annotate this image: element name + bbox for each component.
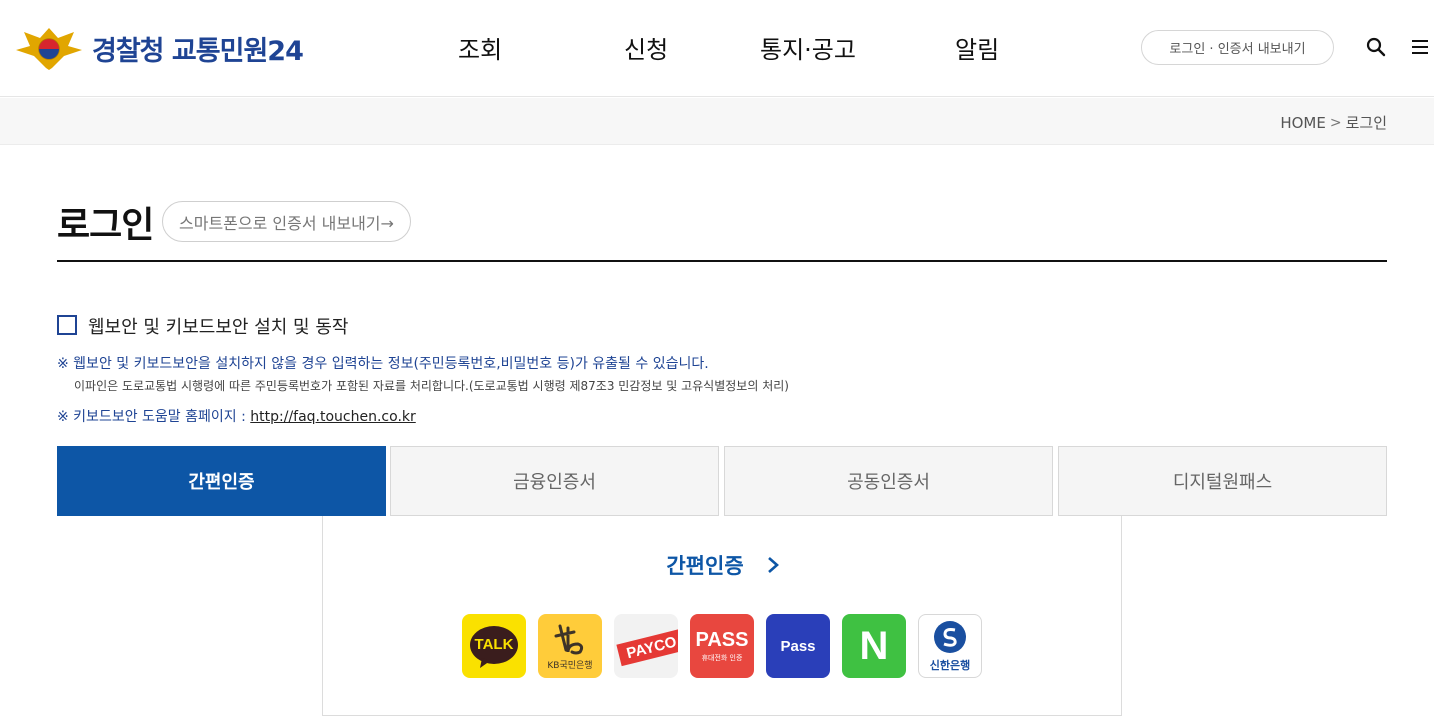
panel-title: 간편인증 bbox=[666, 554, 744, 578]
provider-kb[interactable]: KB국민은행 bbox=[538, 614, 602, 678]
login-export-button[interactable]: 로그인 · 인증서 내보내기 bbox=[1141, 30, 1334, 65]
tab-financial-cert[interactable]: 금융인증서 bbox=[390, 446, 719, 516]
provider-naver-label: N bbox=[859, 623, 889, 668]
shinhan-logo-icon bbox=[934, 620, 966, 653]
simple-auth-panel: 간편인증 TALK KB국민은행 PAYCO PASS 휴대전화 인증 Pass… bbox=[322, 516, 1122, 716]
breadcrumb-bar: HOME > 로그인 bbox=[0, 98, 1434, 145]
title-divider bbox=[57, 260, 1387, 262]
nav-item-application[interactable]: 신청 bbox=[624, 30, 668, 65]
provider-pass-sk-sublabel: 휴대전화 인증 bbox=[701, 653, 743, 662]
nav-item-notice[interactable]: 통지·공고 bbox=[760, 30, 856, 65]
site-header: 경찰청 교통민원24 조회 신청 통지·공고 알림 로그인 · 인증서 내보내기 bbox=[0, 0, 1434, 97]
chevron-right-icon bbox=[767, 557, 779, 573]
security-checkbox[interactable] bbox=[57, 315, 77, 335]
simple-auth-link[interactable]: 간편인증 bbox=[323, 550, 1123, 580]
breadcrumb-home[interactable]: HOME bbox=[1280, 114, 1326, 132]
provider-payco-label: PAYCO bbox=[624, 632, 678, 662]
menu-icon[interactable] bbox=[1410, 37, 1430, 57]
provider-list: TALK KB국민은행 PAYCO PASS 휴대전화 인증 Pass N 신한… bbox=[462, 614, 994, 678]
payco-banner: PAYCO bbox=[616, 627, 678, 667]
tab-simple-auth[interactable]: 간편인증 bbox=[57, 446, 386, 516]
provider-kakao[interactable]: TALK bbox=[462, 614, 526, 678]
provider-naver[interactable]: N bbox=[842, 614, 906, 678]
police-emblem-icon bbox=[16, 28, 82, 70]
provider-kb-label: KB국민은행 bbox=[547, 661, 593, 671]
privacy-notice: 이파인은 도로교통법 시행령에 따른 주민등록번호가 포함된 자료를 처리합니다… bbox=[74, 379, 789, 393]
provider-pass-sk[interactable]: PASS 휴대전화 인증 bbox=[690, 614, 754, 678]
provider-pass-sk-label: PASS bbox=[695, 628, 749, 651]
provider-payco[interactable]: PAYCO bbox=[614, 614, 678, 678]
provider-shinhan-label: 신한은행 bbox=[929, 658, 971, 672]
page-title: 로그인 bbox=[57, 205, 154, 246]
logo-text: 경찰청 교통민원24 bbox=[92, 35, 304, 67]
keyboard-help-link[interactable]: http://faq.touchen.co.kr bbox=[250, 409, 416, 425]
security-checkbox-label[interactable]: 웹보안 및 키보드보안 설치 및 동작 bbox=[88, 313, 348, 339]
tab-digital-onepass[interactable]: 디지털원패스 bbox=[1058, 446, 1387, 516]
export-certificate-button[interactable]: 스마트폰으로 인증서 내보내기→ bbox=[162, 201, 411, 242]
tab-joint-cert[interactable]: 공동인증서 bbox=[724, 446, 1053, 516]
provider-shinhan[interactable]: 신한은행 bbox=[918, 614, 982, 678]
nav-item-alerts[interactable]: 알림 bbox=[955, 30, 999, 65]
search-icon[interactable] bbox=[1366, 37, 1386, 57]
chevron-right-icon: > bbox=[1329, 114, 1342, 131]
provider-kakao-label: TALK bbox=[474, 636, 514, 653]
site-logo[interactable]: 경찰청 교통민원24 bbox=[12, 24, 304, 72]
keyboard-help-notice: ※ 키보드보안 도움말 홈페이지 : http://faq.touchen.co… bbox=[57, 406, 416, 426]
breadcrumb: HOME > 로그인 bbox=[1280, 112, 1387, 133]
breadcrumb-current: 로그인 bbox=[1345, 114, 1387, 132]
provider-pass-kt[interactable]: Pass bbox=[766, 614, 830, 678]
provider-pass-kt-label: Pass bbox=[780, 637, 816, 655]
security-notice: ※ 웹보안 및 키보드보안을 설치하지 않을 경우 입력하는 정보(주민등록번호… bbox=[57, 356, 709, 372]
keyboard-help-prefix: ※ 키보드보안 도움말 홈페이지 : bbox=[57, 409, 251, 425]
nav-item-inquiry[interactable]: 조회 bbox=[458, 30, 502, 65]
